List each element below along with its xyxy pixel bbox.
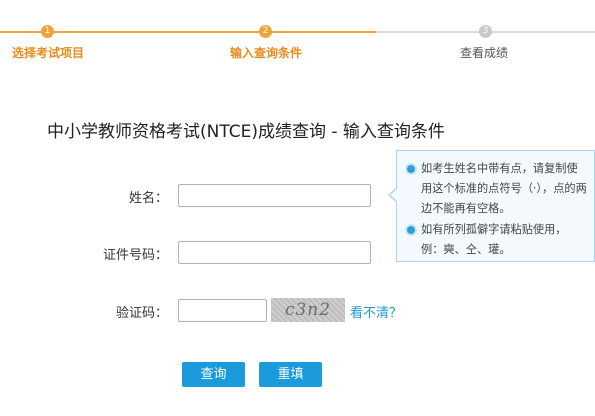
id-number-label: 证件号码： (102, 248, 168, 263)
refresh-captcha-link[interactable]: 看不清？ (350, 302, 402, 321)
tip-item: 如考生姓名中带有点，请复制使用这个标准的点符号（·），点的两边不能再有空格。 (405, 159, 588, 219)
id-number-input[interactable] (178, 241, 371, 264)
name-input[interactable] (178, 184, 371, 207)
captcha-image[interactable]: c3n2 (271, 298, 345, 322)
captcha-label: 验证码： (115, 306, 168, 321)
step-3-label: 查看成绩 (460, 46, 509, 60)
reset-button[interactable]: 重填 (259, 362, 322, 387)
tip-text: 如有所列孤僻字请粘贴使用，例：奭、仝、瓘。 (421, 223, 567, 256)
step-1-label: 选择考试项目 (12, 46, 85, 60)
bullet-icon (405, 163, 417, 175)
tip-item: 如有所列孤僻字请粘贴使用，例：奭、仝、瓘。 (405, 220, 588, 260)
bullet-icon (405, 224, 417, 236)
captcha-input[interactable] (178, 299, 267, 322)
step-2-label: 输入查询条件 (230, 46, 303, 60)
step-3-indicator: 3 (479, 25, 492, 38)
query-button[interactable]: 查询 (182, 362, 245, 387)
name-hint-tooltip: 如考生姓名中带有点，请复制使用这个标准的点符号（·），点的两边不能再有空格。 如… (388, 150, 595, 262)
tip-text: 如考生姓名中带有点，请复制使用这个标准的点符号（·），点的两边不能再有空格。 (421, 162, 587, 215)
step-1-indicator: 1 (41, 25, 54, 38)
step-2-indicator: 2 (259, 25, 272, 38)
page-title: 中小学教师资格考试(NTCE)成绩查询 - 输入查询条件 (47, 122, 445, 142)
progress-line-done (0, 31, 376, 33)
progress-steps: 1 选择考试项目 2 输入查询条件 3 查看成绩 (0, 0, 595, 70)
name-label: 姓名： (128, 191, 168, 206)
